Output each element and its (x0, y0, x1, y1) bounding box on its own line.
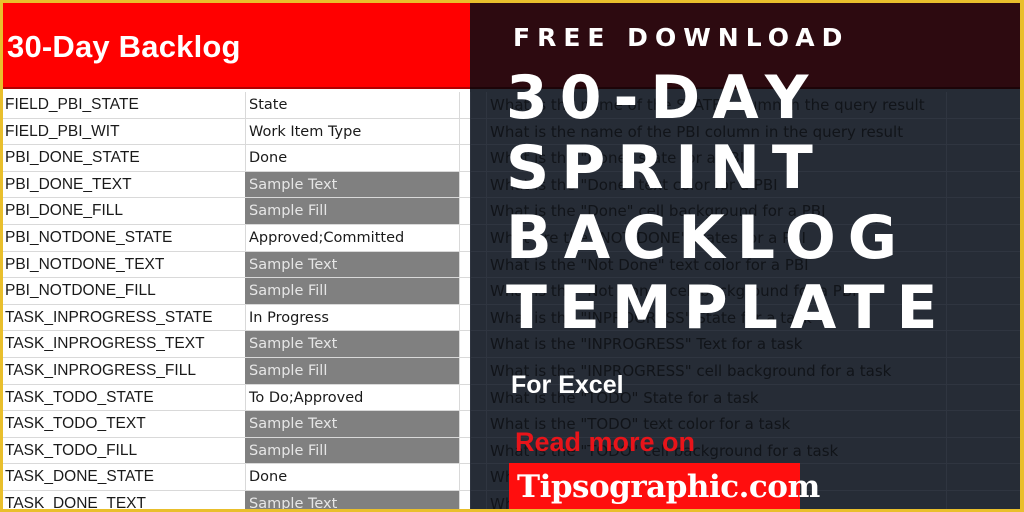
setting-key-cell[interactable]: TASK_DONE_TEXT (5, 491, 245, 509)
promo-title-line: SPRINT (506, 133, 825, 203)
setting-key-cell[interactable]: PBI_DONE_STATE (5, 145, 245, 171)
sample-color-cell[interactable]: Sample Text (245, 331, 459, 357)
table-row: FIELD_PBI_STATE State (3, 92, 470, 119)
sample-color-cell[interactable]: Sample Text (245, 251, 459, 278)
table-row: PBI_DONE_STATE Done (3, 145, 470, 172)
setting-key-cell[interactable]: PBI_NOTDONE_FILL (5, 278, 245, 304)
empty-cell[interactable] (459, 357, 470, 384)
promo-title: 30-DAY SPRINT BACKLOG TEMPLATE (506, 63, 950, 343)
sample-color-cell[interactable]: Sample Text (245, 490, 459, 509)
promo-kicker: FREE DOWNLOAD (513, 23, 850, 52)
setting-key-cell[interactable]: PBI_NOTDONE_TEXT (5, 252, 245, 278)
table-row: TASK_INPROGRESS_STATE In Progress (3, 304, 470, 332)
setting-value-cell[interactable]: Work Item Type (245, 118, 459, 145)
table-row: TASK_TODO_STATE To Do;Approved (3, 384, 470, 412)
table-row: PBI_DONE_FILL Sample Fill (3, 198, 470, 225)
table-row: TASK_TODO_TEXT Sample Text (3, 411, 470, 438)
table-row: TASK_DONE_STATE Done (3, 464, 470, 491)
sample-color-cell[interactable]: Sample Fill (245, 278, 459, 304)
settings-table: FIELD_PBI_STATE State FIELD_PBI_WIT Work It… (3, 92, 470, 509)
empty-cell[interactable] (459, 198, 470, 224)
empty-cell[interactable] (459, 118, 470, 145)
column-divider (486, 92, 487, 509)
site-link[interactable]: Tipsographic.com (517, 469, 820, 505)
empty-cell[interactable] (459, 384, 470, 411)
empty-cell[interactable] (459, 464, 470, 490)
setting-value-cell[interactable]: In Progress (245, 304, 459, 331)
spreadsheet-title: 30-Day Backlog (7, 29, 241, 64)
setting-key-cell[interactable]: TASK_TODO_STATE (5, 385, 245, 411)
setting-value-cell[interactable]: Done (245, 464, 459, 490)
sample-color-cell[interactable]: Sample Text (245, 411, 459, 437)
empty-cell[interactable] (459, 92, 470, 118)
sample-color-cell[interactable]: Sample Fill (245, 198, 459, 224)
setting-key-cell[interactable]: TASK_INPROGRESS_FILL (5, 358, 245, 384)
empty-cell[interactable] (459, 145, 470, 171)
spreadsheet-title-bar: 30-Day Backlog (3, 3, 470, 89)
sample-color-cell[interactable]: Sample Fill (245, 357, 459, 384)
promo-title-line: 30-DAY (506, 63, 821, 133)
sample-color-cell[interactable]: Sample Text (245, 171, 459, 198)
setting-value-cell[interactable]: Approved;Committed (245, 224, 459, 251)
table-row: TASK_TODO_FILL Sample Fill (3, 437, 470, 465)
image-frame: 30-Day Backlog FIELD_PBI_STATE State FIELD… (0, 0, 1024, 512)
setting-key-cell[interactable]: PBI_DONE_TEXT (5, 172, 245, 198)
table-row: PBI_NOTDONE_FILL Sample Fill (3, 278, 470, 305)
table-row: PBI_DONE_TEXT Sample Text (3, 171, 470, 199)
spreadsheet-panel: 30-Day Backlog FIELD_PBI_STATE State FIELD… (3, 3, 470, 509)
setting-value-cell[interactable]: Done (245, 145, 459, 171)
setting-key-cell[interactable]: TASK_INPROGRESS_TEXT (5, 331, 245, 357)
empty-cell[interactable] (459, 171, 470, 198)
table-row: TASK_DONE_TEXT Sample Text (3, 490, 470, 509)
empty-cell[interactable] (459, 224, 470, 251)
table-row: PBI_NOTDONE_TEXT Sample Text (3, 251, 470, 279)
promo-subtitle: For Excel (511, 371, 624, 399)
column-divider (470, 92, 471, 509)
empty-cell[interactable] (459, 278, 470, 304)
setting-key-cell[interactable]: FIELD_PBI_STATE (5, 92, 245, 118)
table-row: TASK_INPROGRESS_TEXT Sample Text (3, 331, 470, 358)
table-row: TASK_INPROGRESS_FILL Sample Fill (3, 357, 470, 385)
promo-title-line: TEMPLATE (506, 273, 950, 343)
sample-color-cell[interactable]: Sample Fill (245, 437, 459, 464)
table-row: FIELD_PBI_WIT Work Item Type (3, 118, 470, 146)
empty-cell[interactable] (459, 331, 470, 357)
empty-cell[interactable] (459, 490, 470, 509)
empty-cell[interactable] (459, 437, 470, 464)
setting-key-cell[interactable]: FIELD_PBI_WIT (5, 119, 245, 145)
empty-cell[interactable] (459, 304, 470, 331)
promo-title-line: BACKLOG (506, 203, 910, 273)
setting-value-cell[interactable]: To Do;Approved (245, 384, 459, 411)
setting-key-cell[interactable]: PBI_DONE_FILL (5, 198, 245, 224)
setting-key-cell[interactable]: TASK_DONE_STATE (5, 464, 245, 490)
setting-key-cell[interactable]: TASK_TODO_TEXT (5, 411, 245, 437)
setting-value-cell[interactable]: State (245, 92, 459, 118)
table-row: PBI_NOTDONE_STATE Approved;Committed (3, 224, 470, 252)
setting-key-cell[interactable]: TASK_TODO_FILL (5, 438, 245, 464)
site-link-box[interactable]: Tipsographic.com (509, 463, 820, 509)
setting-key-cell[interactable]: TASK_INPROGRESS_STATE (5, 305, 245, 331)
empty-cell[interactable] (459, 251, 470, 278)
setting-key-cell[interactable]: PBI_NOTDONE_STATE (5, 225, 245, 251)
empty-cell[interactable] (459, 411, 470, 437)
read-more-text: Read more on (515, 427, 696, 457)
